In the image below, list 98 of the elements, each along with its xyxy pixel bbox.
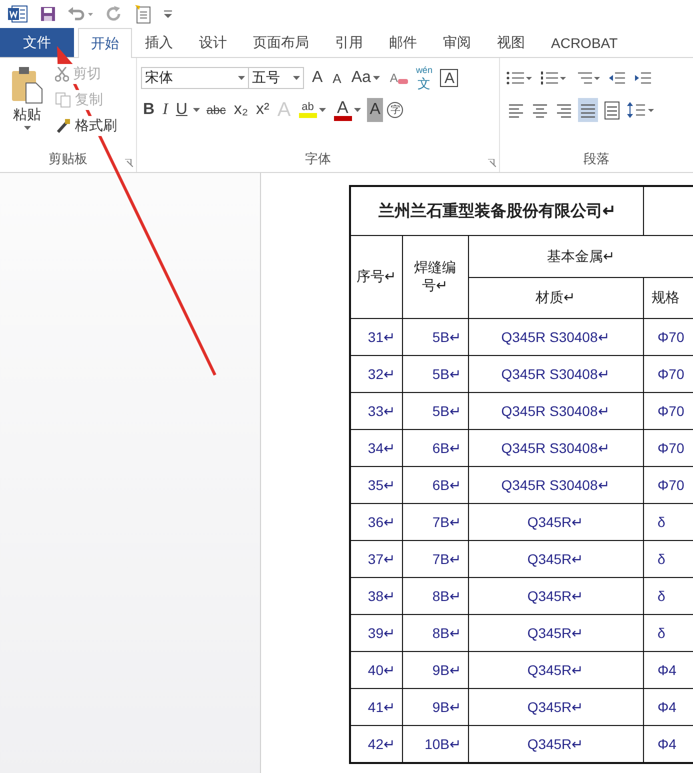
table-cell: Q345R↵ [468, 578, 643, 614]
font-size-field[interactable]: 五号 [249, 67, 304, 89]
increase-indent-icon[interactable] [634, 70, 652, 86]
character-shading-button[interactable]: A [366, 98, 384, 122]
table-cell: Q345R↵ [468, 652, 643, 688]
ribbon-tab[interactable]: 视图 [484, 28, 538, 57]
copy-icon [55, 92, 71, 108]
table-cell: 9B↵ [402, 688, 468, 726]
paste-button[interactable]: 粘贴 [4, 64, 50, 150]
table-cell: Q345R↵ [468, 540, 643, 578]
table-cell: 41↵ [350, 688, 402, 726]
file-tab[interactable]: 文件 [0, 28, 74, 57]
table-cell: 5B↵ [402, 318, 468, 356]
caret-icon [318, 108, 326, 112]
table-cell: 6B↵ [402, 430, 468, 466]
caret-icon [193, 108, 200, 112]
table-cell: 38↵ [350, 578, 402, 614]
table-header: 焊缝编号↵ [402, 236, 468, 318]
table-cell: 36↵ [350, 504, 402, 540]
bullets-icon[interactable] [506, 70, 532, 86]
align-button[interactable] [578, 98, 598, 122]
table-cell: Q345R S30408↵ [468, 356, 643, 392]
table-cell: 40↵ [350, 652, 402, 688]
clipboard-icon [11, 66, 43, 104]
clipboard-action[interactable]: 格式刷 [54, 116, 118, 136]
character-border-button[interactable]: A [440, 69, 458, 87]
highlight-bar-icon [298, 113, 317, 118]
ribbon-tab[interactable]: 插入 [132, 28, 186, 57]
numbering-icon[interactable] [540, 70, 566, 86]
shrink-font-button[interactable]: A [330, 66, 344, 90]
caret-icon [354, 108, 361, 112]
table-cell: 5B↵ [402, 392, 468, 430]
table-cell: Q345R S30408↵ [468, 392, 643, 430]
paintbrush-icon [55, 118, 71, 134]
table-header: 材质↵ [468, 278, 643, 318]
grow-font-button[interactable]: A [310, 66, 325, 90]
eraser-icon [398, 77, 408, 86]
ribbon-tab[interactable]: 引用 [322, 28, 376, 57]
group-label: 段落 [582, 150, 610, 168]
caret-icon [238, 76, 245, 80]
table-cell: 37↵ [350, 540, 402, 578]
table-cell: 35↵ [350, 466, 402, 504]
ribbon-tab[interactable]: ACROBAT [538, 28, 631, 57]
caret-icon [24, 126, 30, 130]
table-cell: Q345R↵ [468, 688, 643, 726]
table-cell: Q345R↵ [468, 504, 643, 540]
table-cell: 34↵ [350, 430, 402, 466]
customize-caret-icon[interactable] [164, 10, 172, 18]
dialog-launcher-icon[interactable] [488, 159, 496, 167]
font-style-button[interactable]: B [141, 98, 157, 122]
table-cell: 7B↵ [402, 504, 468, 540]
decrease-indent-icon[interactable] [608, 70, 626, 86]
highlight-button[interactable]: ab [296, 98, 328, 122]
caret-icon [372, 76, 380, 80]
group-label: 剪贴板 [48, 150, 88, 168]
table-cell: Q345R S30408↵ [468, 430, 643, 466]
phonetic-guide-button[interactable]: wén 文 [414, 66, 434, 90]
table-cell: 5B↵ [402, 356, 468, 392]
font-style-button[interactable]: U [174, 98, 190, 122]
ribbon-tab[interactable]: 邮件 [376, 28, 430, 57]
table-cell: Q345R S30408↵ [468, 318, 643, 356]
align-icon [604, 100, 620, 120]
table-cell: Q345R↵ [468, 614, 643, 652]
font-name-field[interactable]: 宋体 [141, 67, 249, 89]
table-cell: Q345R S30408↵ [468, 466, 643, 504]
font-style-button[interactable]: x₂ [232, 98, 250, 122]
document-icon[interactable] [134, 4, 152, 24]
ribbon-tab[interactable]: 开始 [78, 28, 132, 58]
undo-icon[interactable] [68, 6, 94, 22]
table-cell: 7B↵ [402, 540, 468, 578]
table-cell: 32↵ [350, 356, 402, 392]
table-cell: 8B↵ [402, 578, 468, 614]
ribbon-tab[interactable]: 页面布局 [240, 28, 322, 57]
ribbon-tab[interactable]: 设计 [186, 28, 240, 57]
scissors-icon [55, 66, 69, 82]
group-label: 字体 [304, 150, 332, 168]
font-style-button[interactable]: I [160, 98, 170, 122]
clear-formatting-button[interactable]: A [388, 66, 408, 90]
save-icon[interactable] [40, 6, 56, 22]
table-header: 序号↵ [350, 236, 402, 318]
font-color-button[interactable]: A [332, 98, 363, 122]
table-title: 兰州兰石重型装备股份有限公司↵ [350, 186, 643, 236]
word-logo-icon[interactable] [8, 5, 28, 23]
font-style-button[interactable]: abc [204, 98, 228, 122]
font-style-button[interactable]: x² [254, 98, 272, 122]
table-cell: 39↵ [350, 614, 402, 652]
change-case-button[interactable]: Aa [349, 66, 382, 90]
color-bar-icon [334, 116, 352, 121]
table-cell: 33↵ [350, 392, 402, 430]
line-spacing-icon[interactable] [626, 101, 654, 119]
dialog-launcher-icon[interactable] [125, 159, 133, 167]
enclose-character-button[interactable]: 字 [387, 102, 404, 118]
table-cell: 6B↵ [402, 466, 468, 504]
caret-icon [293, 76, 300, 80]
ribbon-tab[interactable]: 审阅 [430, 28, 484, 57]
table-cell: 8B↵ [402, 614, 468, 652]
table-cell: 9B↵ [402, 652, 468, 688]
table-cell: 31↵ [350, 318, 402, 356]
